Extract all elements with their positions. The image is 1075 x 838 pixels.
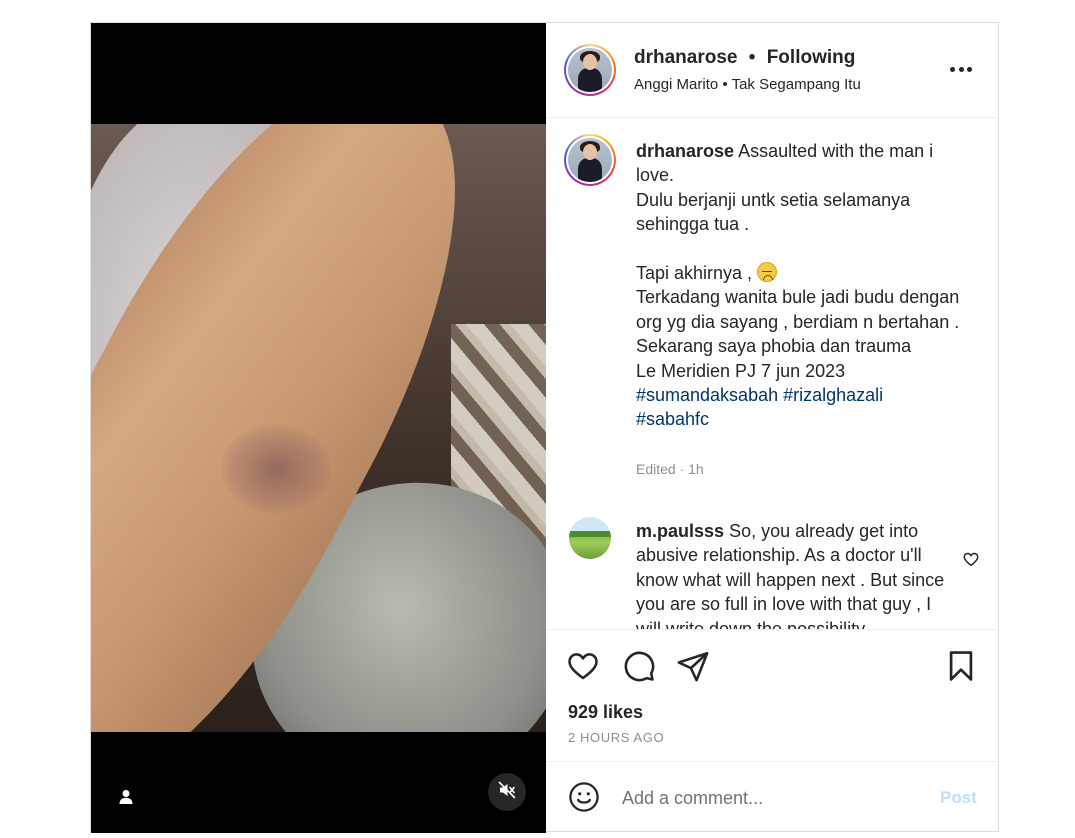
post-dialog: drhanarose • Following Anggi Marito • Ta… [90,22,999,833]
author-username[interactable]: drhanarose [634,47,737,68]
audio-title[interactable]: Tak Segampang Itu [732,76,861,93]
bookmark-icon[interactable] [944,649,978,683]
caption-line: Terkadang wanita bule jadi budu dengan o… [636,287,960,357]
photo-bruise [221,424,331,514]
caption-author-avatar[interactable] [564,134,616,186]
caption-username[interactable]: drhanarose [636,141,734,161]
post-side-panel: drhanarose • Following Anggi Marito • Ta… [546,23,999,831]
comment-input[interactable] [622,784,922,812]
audio-info[interactable]: Anggi Marito • Tak Segampang Itu [634,76,861,93]
audio-separator: • [722,76,728,93]
post-header: drhanarose • Following Anggi Marito • Ta… [546,23,999,118]
comment-bubble-icon[interactable] [622,649,656,683]
commenter-username[interactable]: m.paulsss [636,521,724,541]
more-options-icon[interactable] [946,59,976,79]
likes-count[interactable]: 929 likes [568,702,643,723]
add-comment-bar: Post [546,761,999,831]
audio-artist[interactable]: Anggi Marito [634,76,718,93]
author-avatar[interactable] [564,44,616,96]
author-line: drhanarose • Following [634,47,855,69]
sad-face-emoji [757,262,778,283]
follow-status-button[interactable]: Following [767,47,856,68]
post-comment-button[interactable]: Post [940,788,977,808]
smiley-icon[interactable] [568,781,600,813]
mute-button[interactable] [488,773,526,811]
caption-meta: Edited · 1h [636,461,704,477]
comment-item: m.paulsss So, you already get into abusi… [636,519,956,629]
post-actions: 929 likes 2 HOURS AGO [546,629,999,761]
post-media[interactable] [91,23,546,833]
speaker-muted-icon [498,781,516,804]
separator-dot: • [748,47,756,68]
user-tag-icon[interactable] [117,788,135,806]
post-photo[interactable] [91,124,546,732]
comment-like-heart-icon[interactable] [962,550,980,568]
post-caption: drhanarose Assaulted with the man i love… [636,139,966,432]
caption-line: Tapi akhirnya , [636,263,753,284]
commenter-avatar[interactable] [569,517,611,559]
caption-line: Dulu berjanji untk setia selamanya sehin… [636,189,911,235]
comments-list[interactable]: drhanarose Assaulted with the man i love… [546,119,999,629]
hashtag-link[interactable]: #rizalghazali [783,385,883,405]
heart-icon[interactable] [566,649,600,683]
post-timestamp: 2 HOURS AGO [568,730,665,745]
caption-line: Le Meridien PJ 7 jun 2023 [636,360,846,381]
hashtag-link[interactable]: #sumandaksabah [636,385,778,405]
hashtag-link[interactable]: #sabahfc [636,409,709,429]
paper-plane-icon[interactable] [676,649,710,683]
